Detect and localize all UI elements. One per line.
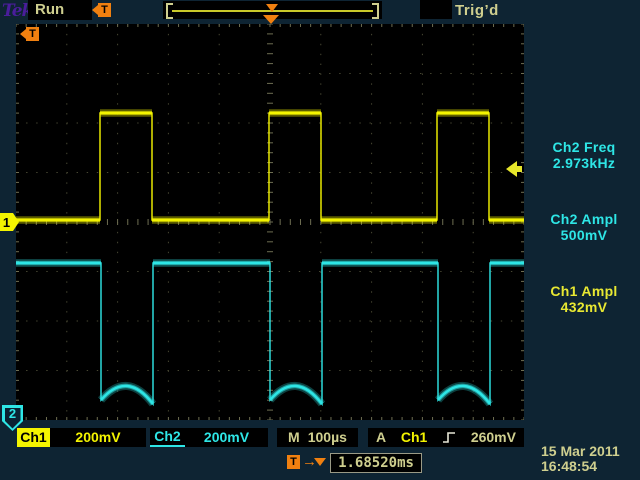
ch2-trace-line	[16, 263, 524, 404]
trigger-letter: T	[26, 27, 39, 41]
ch1-scale-readout: 200mV	[50, 428, 146, 447]
ch1-trace-glow	[16, 113, 524, 220]
trigger-status: Trig’d	[455, 2, 499, 19]
ch2-label-badge: Ch2	[150, 428, 185, 447]
measurement-value: 500mV	[528, 227, 640, 243]
date: 15 Mar 2011	[541, 444, 640, 459]
ch1-trace-core	[16, 113, 524, 220]
trigger-position-marker-icon	[263, 15, 279, 24]
trigger-t-icon: T	[92, 3, 111, 17]
trigger-level-value: 260mV	[471, 428, 516, 447]
acquisition-status-box: Run	[28, 0, 92, 20]
record-right-bracket-icon	[372, 3, 379, 19]
record-left-bracket-icon	[166, 3, 173, 19]
measurement-ch1-ampl: Ch1 Ampl 432mV	[528, 283, 640, 315]
measurement-value: 432mV	[528, 299, 640, 315]
timebase-value: 100µs	[308, 428, 347, 447]
trigger-mode-label: A	[376, 428, 386, 447]
message-box	[420, 0, 452, 19]
trigger-delay-t-icon: T	[287, 455, 300, 469]
measurement-label: Ch2 Ampl	[528, 211, 640, 227]
trigger-t-icon-plot: T	[20, 27, 39, 41]
ch1-trace	[16, 113, 524, 220]
waveform-display: T	[16, 24, 524, 420]
acquisition-status: Run	[35, 1, 64, 18]
measurement-label: Ch1 Ampl	[528, 283, 640, 299]
trigger-letter: T	[98, 3, 111, 17]
trigger-source: Ch1	[401, 428, 427, 447]
ch1-trace-line	[16, 113, 524, 220]
measurement-ch2-freq: Ch2 Freq 2.973kHz	[528, 139, 640, 171]
time: 16:48:54	[541, 459, 640, 474]
ch2-trace	[16, 263, 524, 404]
ch1-trace-fuzz	[16, 113, 524, 220]
waveform-svg	[16, 24, 524, 420]
delay-marker-icon	[314, 458, 326, 466]
ch1-marker-label: 1	[0, 213, 13, 231]
trigger-position-in-record-icon	[266, 4, 278, 12]
measurement-label: Ch2 Freq	[528, 139, 640, 155]
measurement-value: 2.973kHz	[528, 155, 640, 171]
arrow-tail	[517, 166, 522, 172]
ch1-ground-marker: 1	[0, 213, 19, 231]
trigger-delay-readout: 1.68520ms	[330, 453, 422, 473]
ch1-label-badge: Ch1	[17, 428, 50, 447]
ch1-marker-tip-icon	[13, 213, 19, 231]
trigger-level-arrow-icon	[506, 161, 522, 177]
timebase-readout: M 100µs	[277, 428, 358, 447]
arrow-head	[506, 161, 517, 177]
trigger-readout: A Ch1 260mV	[368, 428, 524, 447]
ch2-scale-readout: 200mV	[185, 428, 268, 447]
measurement-ch2-ampl: Ch2 Ampl 500mV	[528, 211, 640, 243]
rising-edge-icon	[442, 430, 456, 446]
timebase-label: M	[288, 428, 300, 447]
ch2-marker-label: 2	[2, 406, 23, 421]
trigger-letter: T	[287, 455, 300, 469]
datetime-readout: 15 Mar 2011 16:48:54	[541, 444, 640, 474]
oscilloscope-screen: Tek Run T Trig’d	[0, 0, 640, 480]
